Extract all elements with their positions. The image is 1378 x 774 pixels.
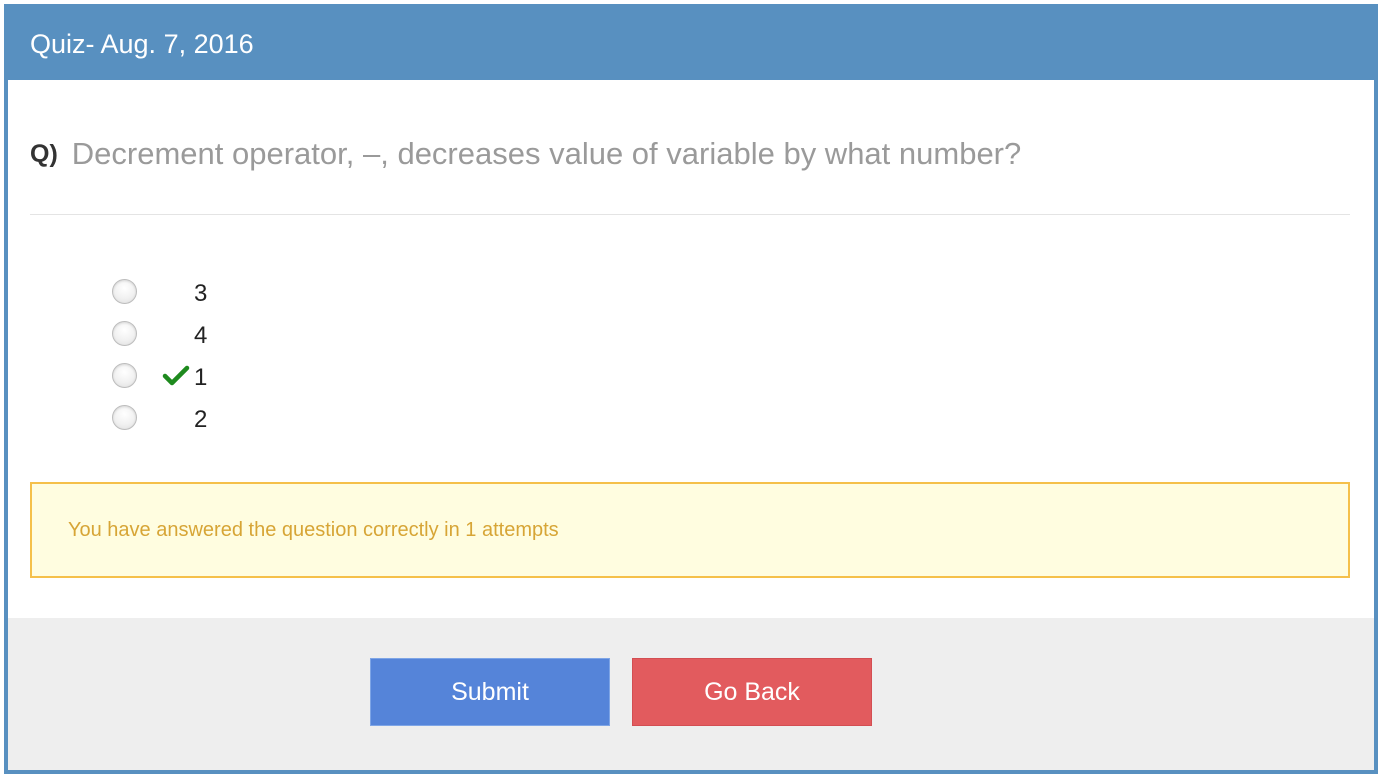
- option-radio[interactable]: [112, 278, 137, 304]
- option-label: 3: [194, 280, 208, 307]
- option-label: 2: [194, 406, 208, 433]
- divider: [30, 214, 1350, 215]
- go-back-button[interactable]: Go Back: [632, 658, 872, 726]
- option-item[interactable]: 3: [112, 276, 207, 318]
- option-item[interactable]: 2: [112, 402, 207, 444]
- option-label: 1: [194, 364, 208, 391]
- footer-bar: Submit Go Back: [8, 618, 1374, 770]
- option-item[interactable]: 1: [112, 360, 207, 402]
- quiz-panel: Quiz- Aug. 7, 2016 Q) Decrement operator,…: [4, 4, 1378, 774]
- option-item[interactable]: 4: [112, 318, 207, 360]
- option-radio[interactable]: [112, 362, 137, 388]
- question-label: Q): [30, 140, 58, 168]
- answer-options: 3 4 1 2: [112, 276, 207, 444]
- submit-button[interactable]: Submit: [370, 658, 610, 726]
- option-radio[interactable]: [112, 404, 137, 430]
- question: Q) Decrement operator, –, decreases value…: [30, 136, 1021, 172]
- result-alert: You have answered the question correctly…: [30, 482, 1350, 578]
- quiz-title: Quiz- Aug. 7, 2016: [8, 8, 1374, 80]
- question-text: Decrement operator, –, decreases value o…: [71, 136, 1022, 171]
- option-label: 4: [194, 322, 208, 349]
- checkmark-icon: [162, 365, 190, 386]
- quiz-body: Q) Decrement operator, –, decreases value…: [8, 80, 1374, 618]
- option-radio[interactable]: [112, 320, 137, 346]
